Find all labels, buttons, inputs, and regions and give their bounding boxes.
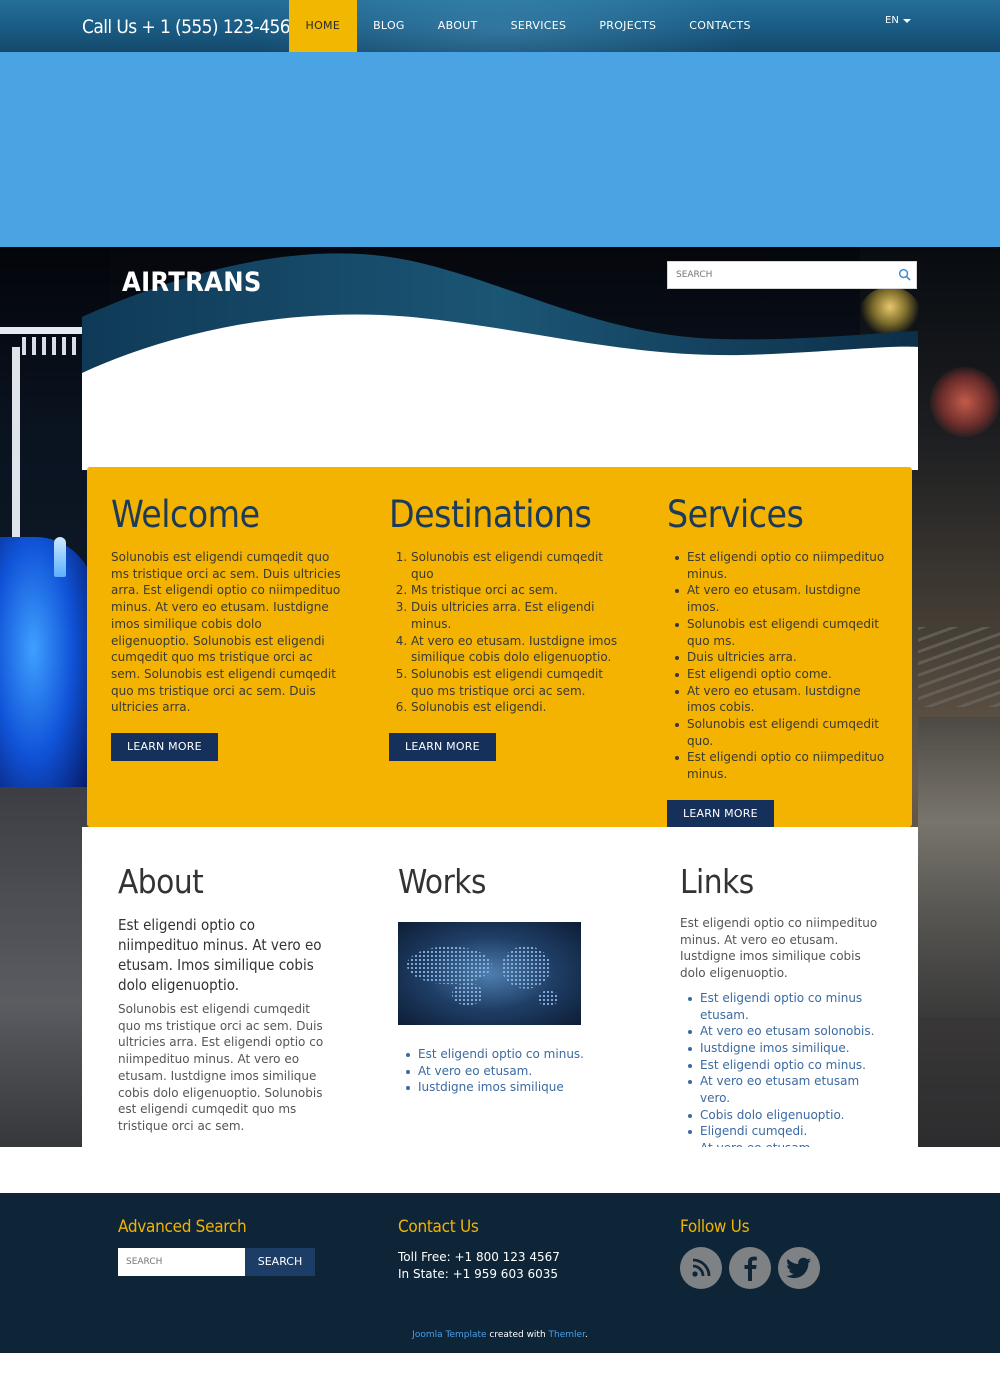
list-item[interactable]: Iustdigne imos similique [406,1079,608,1096]
main-nav: HOME BLOG ABOUT SERVICES PROJECTS CONTAC… [289,0,767,52]
welcome-title: Welcome [111,493,260,536]
about-block: About Est eligendi optio co niimpedituo … [118,863,328,1135]
list-item: At vero eo etusam. Iustdigne imos cobis. [675,683,892,716]
list-item: Solunobis est eligendi cumqedit quo [411,549,629,582]
joomla-template-link[interactable]: Joomla Template [412,1330,486,1340]
footer-search-input[interactable] [118,1248,245,1276]
site-header: AIRTRANS [82,247,918,467]
contact-title: Contact Us [398,1217,479,1237]
destinations-learn-more-button[interactable]: LEARN MORE [389,733,496,762]
themler-link[interactable]: Themler [549,1330,585,1340]
site-logo[interactable]: AIRTRANS [122,267,262,298]
follow-block: Follow Us [680,1217,820,1289]
list-item: Solunobis est eligendi. [411,699,629,716]
services-list: Est eligendi optio co niimpedituo minus.… [667,549,892,783]
about-text: Solunobis est eligendi cumqedit quo ms t… [118,1002,324,1133]
pool-shape [0,537,95,817]
list-item[interactable]: Cobis dolo eligenuoptio. [688,1107,890,1124]
wet-deck-shape [918,717,1000,1017]
footer-credit: Joomla Template created with Themler. [0,1330,1000,1340]
welcome-learn-more-button[interactable]: LEARN MORE [111,733,218,762]
advanced-search-title: Advanced Search [118,1217,247,1237]
footer: Advanced Search SEARCH Contact Us Toll F… [0,1193,1000,1353]
about-lead: Est eligendi optio co niimpedituo minus.… [118,916,322,994]
list-item[interactable]: Iustdigne imos similique. [688,1040,890,1057]
welcome-block: Welcome Solunobis est eligendi cumqedit … [111,493,341,762]
featured-section: Welcome Solunobis est eligendi cumqedit … [87,467,912,828]
list-item[interactable]: At vero eo etusam solonobis. [688,1023,890,1040]
links-text: Est eligendi optio co niimpedituo minus.… [680,916,878,981]
list-item: Duis ultricies arra. [675,649,892,666]
follow-title: Follow Us [680,1217,750,1237]
footer-search: SEARCH [118,1248,315,1276]
twitter-icon[interactable] [778,1247,820,1289]
rss-icon[interactable] [680,1247,722,1289]
list-item[interactable]: Est eligendi optio co minus. [406,1046,608,1063]
caret-down-icon [902,18,911,23]
list-item: Solunobis est eligendi cumqedit quo ms t… [411,666,629,699]
services-title: Services [667,493,804,536]
destinations-block: Destinations Solunobis est eligendi cumq… [389,493,629,762]
list-item[interactable]: Est eligendi optio co minus. [688,1057,890,1074]
destinations-title: Destinations [389,493,592,536]
list-item[interactable]: At vero eo etusam etusam vero. [688,1073,890,1106]
in-state-number: In State: +1 959 603 6035 [398,1266,559,1281]
toll-free-number: Toll Free: +1 800 123 4567 [398,1250,560,1264]
links-list: Est eligendi optio co minus etusam. At v… [680,990,890,1157]
world-map-image[interactable] [398,922,581,1025]
credit-end: . [584,1330,588,1340]
header-search-input[interactable] [668,262,888,288]
fountain-shape [54,537,66,577]
nav-item-contacts[interactable]: CONTACTS [673,0,768,52]
list-item: Solunobis est eligendi cumqedit quo. [675,716,892,749]
language-selector[interactable]: EN [885,15,911,26]
links-block: Links Est eligendi optio co niimpedituo … [680,863,890,1157]
list-item: Duis ultricies arra. Est eligendi minus. [411,599,629,632]
nav-item-blog[interactable]: BLOG [357,0,422,52]
page: Call Us + 1 (555) 123-4567 HOME BLOG ABO… [0,0,1000,1393]
list-item[interactable]: Eligendi cumqedi. [688,1123,890,1140]
footer-search-button[interactable]: SEARCH [245,1248,315,1276]
welcome-text: Solunobis est eligendi cumqedit quo ms t… [111,550,341,715]
list-item: Est eligendi optio co niimpedituo minus. [675,749,892,782]
language-label: EN [885,15,899,26]
advanced-search-block: Advanced Search SEARCH [118,1217,315,1276]
services-block: Services Est eligendi optio co niimpedit… [667,493,892,828]
content-section: About Est eligendi optio co niimpedituo … [82,827,918,1155]
top-bar: Call Us + 1 (555) 123-4567 HOME BLOG ABO… [0,0,1000,52]
links-title: Links [680,862,754,901]
contact-info: Toll Free: +1 800 123 4567 In State: +1 … [398,1249,560,1282]
nav-item-about[interactable]: ABOUT [421,0,494,52]
list-item[interactable]: At vero eo etusam. [406,1063,608,1080]
social-icons [680,1247,820,1289]
destinations-list: Solunobis est eligendi cumqedit quo Ms t… [389,549,629,716]
about-title: About [118,862,204,901]
list-item: Est eligendi optio come. [675,666,892,683]
blue-banner [0,52,1000,247]
flowers-shape [930,367,1000,437]
list-item: At vero eo etusam. Iustdigne imos. [675,582,892,615]
nav-item-projects[interactable]: PROJECTS [583,0,673,52]
lounge-chairs-shape [918,627,1000,707]
phone-number: Call Us + 1 (555) 123-4567 [82,16,301,38]
list-item[interactable]: Est eligendi optio co minus etusam. [688,990,890,1023]
services-learn-more-button[interactable]: LEARN MORE [667,799,774,828]
works-title: Works [398,862,486,901]
works-block: Works Est eligendi optio co minus. At ve… [398,863,608,1096]
nav-item-home[interactable]: HOME [289,0,357,52]
spacer [0,1147,1000,1193]
nav-item-services[interactable]: SERVICES [494,0,583,52]
list-item: Solunobis est eligendi cumqedit quo ms. [675,616,892,649]
facebook-icon[interactable] [729,1247,771,1289]
list-item: Est eligendi optio co niimpedituo minus. [675,549,892,582]
works-links: Est eligendi optio co minus. At vero eo … [398,1046,608,1096]
list-item: At vero eo etusam. Iustdigne imos simili… [411,633,629,666]
list-item: Ms tristique orci ac sem. [411,582,629,599]
search-icon[interactable] [898,268,911,281]
header-search [667,261,917,289]
deck-shape [0,787,95,1147]
credit-text: created with [486,1330,549,1340]
contact-block: Contact Us Toll Free: +1 800 123 4567 In… [398,1217,560,1282]
